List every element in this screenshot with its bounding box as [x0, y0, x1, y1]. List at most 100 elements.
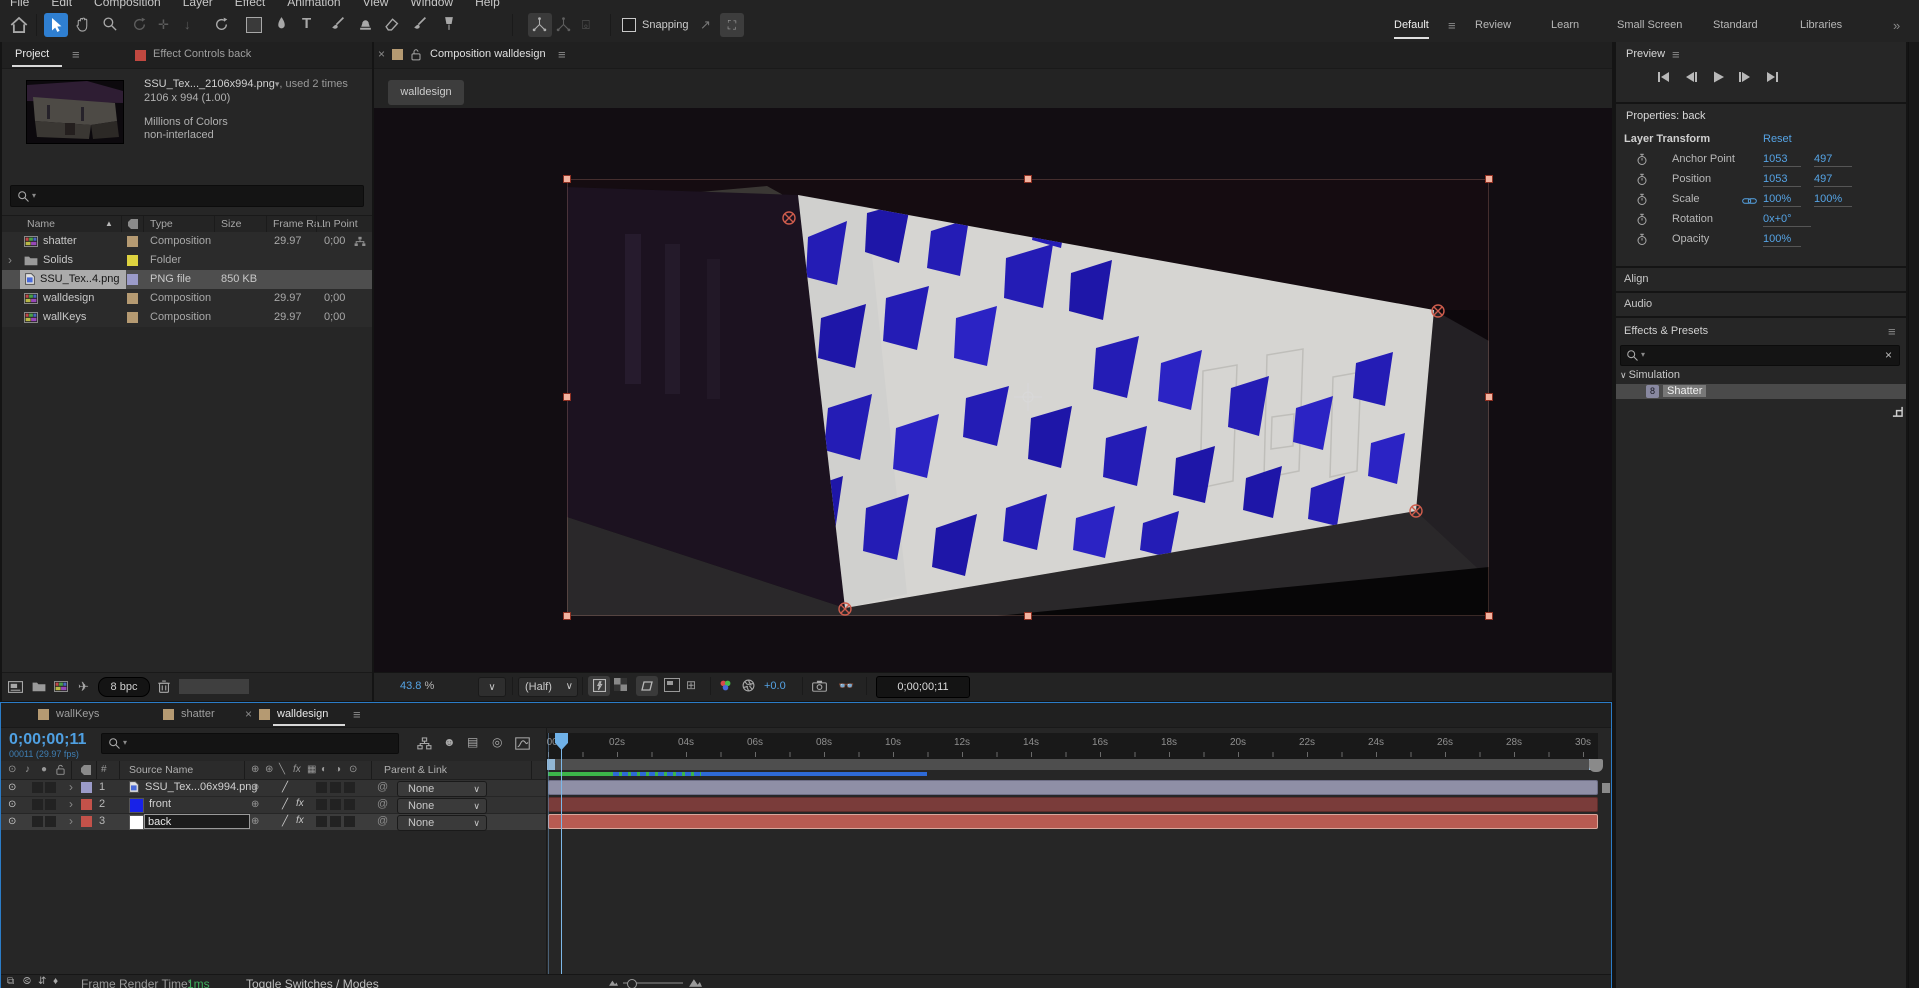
property-value-x[interactable]: 1053	[1763, 173, 1801, 187]
project-row-solids[interactable]: › Solids Folder	[2, 251, 372, 270]
workspace-menu-icon[interactable]: ≡	[1448, 18, 1456, 33]
layer-expander-icon[interactable]: ›	[69, 780, 73, 794]
workspace-standard[interactable]: Standard	[1713, 19, 1758, 31]
col-name[interactable]: Name	[27, 218, 55, 230]
menu-help[interactable]: Help	[475, 0, 500, 9]
layer-label-swatch[interactable]	[81, 799, 92, 810]
clear-search-icon[interactable]: ×	[1885, 348, 1892, 362]
stopwatch-icon[interactable]	[1636, 193, 1648, 206]
switch-cell[interactable]	[330, 782, 341, 793]
magnification-value[interactable]: 43.8 %	[400, 680, 434, 692]
timeline-search-input[interactable]: ▾	[101, 733, 399, 754]
quality-toggle[interactable]: ╱	[282, 816, 288, 827]
sort-ascending-icon[interactable]: ▲	[105, 219, 113, 228]
workspace-small-screen[interactable]: Small Screen	[1617, 19, 1682, 31]
composition-mini-flowchart-button[interactable]	[417, 737, 432, 750]
solo-cell[interactable]	[32, 816, 43, 827]
quality-toggle[interactable]: ╱	[282, 799, 288, 810]
dolly-camera-tool[interactable]: ↓	[184, 17, 191, 32]
play-button[interactable]	[1710, 70, 1726, 84]
menu-file[interactable]: File	[10, 0, 29, 9]
type-tool[interactable]: T	[302, 15, 311, 32]
label-swatch[interactable]	[127, 255, 138, 266]
zoom-in-mountain-icon[interactable]	[689, 977, 702, 987]
channel-rgb-button[interactable]	[718, 679, 733, 692]
quality-toggle[interactable]: ╱	[282, 782, 288, 793]
expand-in-out-icon[interactable]: ⧀	[23, 976, 31, 987]
layer-row-2[interactable]: ⊙ › 2 front ⊕ ╱ fx @ None ∨	[1, 797, 546, 813]
first-frame-button[interactable]	[1656, 70, 1672, 84]
playhead-line[interactable]	[561, 733, 562, 977]
layer-name-edit-field[interactable]	[144, 814, 250, 829]
layer-source-name[interactable]: SSU_Tex...06x994.png	[145, 781, 258, 793]
video-eye-toggle[interactable]: ⊙	[8, 799, 16, 810]
av-features-icon[interactable]: ⊕	[251, 782, 259, 793]
parent-pickwhip-icon[interactable]: @	[377, 815, 388, 827]
expand-render-time-icon[interactable]: ⇵	[38, 976, 46, 987]
zoom-slider-knob[interactable]	[627, 979, 637, 988]
parent-dropdown[interactable]: None ∨	[397, 798, 487, 814]
last-frame-button[interactable]	[1764, 70, 1780, 84]
rotation-tool[interactable]	[214, 17, 229, 32]
new-folder-button[interactable]	[32, 681, 46, 692]
menu-animation[interactable]: Animation	[287, 0, 340, 9]
effects-search-input[interactable]: ▾ ×	[1620, 345, 1900, 366]
comp-tab-title[interactable]: Composition walldesign	[430, 48, 546, 60]
layer-bar-1[interactable]	[548, 780, 1598, 795]
av-features-icon[interactable]: ⊕	[251, 799, 259, 810]
property-value-y[interactable]: 100%	[1814, 193, 1852, 207]
switch-cell[interactable]	[344, 799, 355, 810]
property-value-y[interactable]: 497	[1814, 173, 1852, 187]
motion-blur-button[interactable]: ◎	[492, 735, 502, 749]
fast-preview-button[interactable]	[588, 676, 610, 696]
orbit-camera-tool[interactable]	[132, 17, 147, 32]
mask-visibility-toggle[interactable]	[636, 676, 658, 696]
video-eye-toggle[interactable]: ⊙	[8, 782, 16, 793]
label-swatch[interactable]	[127, 236, 138, 247]
comp-tab-label-swatch[interactable]	[392, 49, 403, 60]
parent-dropdown[interactable]: None ∨	[397, 781, 487, 797]
tab-project[interactable]: Project	[15, 48, 49, 60]
local-axis-mode[interactable]	[528, 13, 552, 37]
parent-link-column-header[interactable]: Parent & Link	[384, 764, 447, 776]
audio-panel-header[interactable]: Audio	[1624, 298, 1652, 310]
tab-effect-controls[interactable]: Effect Controls back	[153, 48, 251, 60]
guides-grid-options-button[interactable]: ⊞	[686, 678, 696, 692]
roto-brush-tool[interactable]	[412, 16, 427, 31]
zoom-tool[interactable]	[102, 16, 118, 32]
expander-icon[interactable]: ›	[8, 253, 12, 267]
stopwatch-icon[interactable]	[1636, 173, 1648, 186]
transform-reset-button[interactable]: Reset	[1763, 133, 1792, 145]
region-of-interest-button[interactable]	[664, 678, 680, 692]
layer-bar-2[interactable]	[548, 797, 1598, 812]
toggle-switches-modes-button[interactable]: Toggle Switches / Modes	[246, 977, 379, 988]
lock-cell[interactable]	[45, 799, 56, 810]
solo-cell[interactable]	[32, 782, 43, 793]
lock-cell[interactable]	[45, 816, 56, 827]
timeline-tab-shatter[interactable]: shatter	[181, 708, 215, 720]
timeline-tab-wallkeys[interactable]: wallKeys	[56, 708, 99, 720]
panel-resize-grip-icon[interactable]	[1892, 406, 1903, 417]
project-row-shatter[interactable]: shatter Composition 29.97 0;00	[2, 232, 372, 251]
col-in-point[interactable]: In Point	[322, 218, 358, 230]
stopwatch-icon[interactable]	[1636, 233, 1648, 246]
menu-window[interactable]: Window	[410, 0, 453, 9]
pen-tool[interactable]	[274, 16, 289, 31]
puppet-pin-tool[interactable]	[442, 16, 456, 31]
effects-presets-menu-icon[interactable]: ≡	[1888, 324, 1896, 339]
adjustment-icon[interactable]: ✈	[78, 679, 89, 695]
timeline-tab-walldesign[interactable]: walldesign	[277, 708, 328, 720]
brush-tool[interactable]	[330, 16, 345, 31]
bit-depth-button[interactable]: 8 bpc	[98, 677, 150, 697]
comp-tab-close-icon[interactable]: ×	[378, 47, 385, 61]
preview-menu-icon[interactable]: ≡	[1672, 47, 1680, 62]
switch-cell[interactable]	[316, 799, 327, 810]
workspace-default[interactable]: Default	[1394, 19, 1429, 39]
effect-item-shatter[interactable]: 8 Shatter	[1616, 384, 1906, 399]
used-in-comp-icon[interactable]	[354, 236, 366, 247]
comp-timecode-field[interactable]: 0;00;00;11	[876, 676, 970, 698]
comp-marker-bin-icon[interactable]	[1589, 759, 1603, 772]
menu-effect[interactable]: Effect	[235, 0, 265, 9]
clone-stamp-tool[interactable]	[358, 16, 373, 31]
snapping-checkbox[interactable]	[622, 18, 636, 32]
